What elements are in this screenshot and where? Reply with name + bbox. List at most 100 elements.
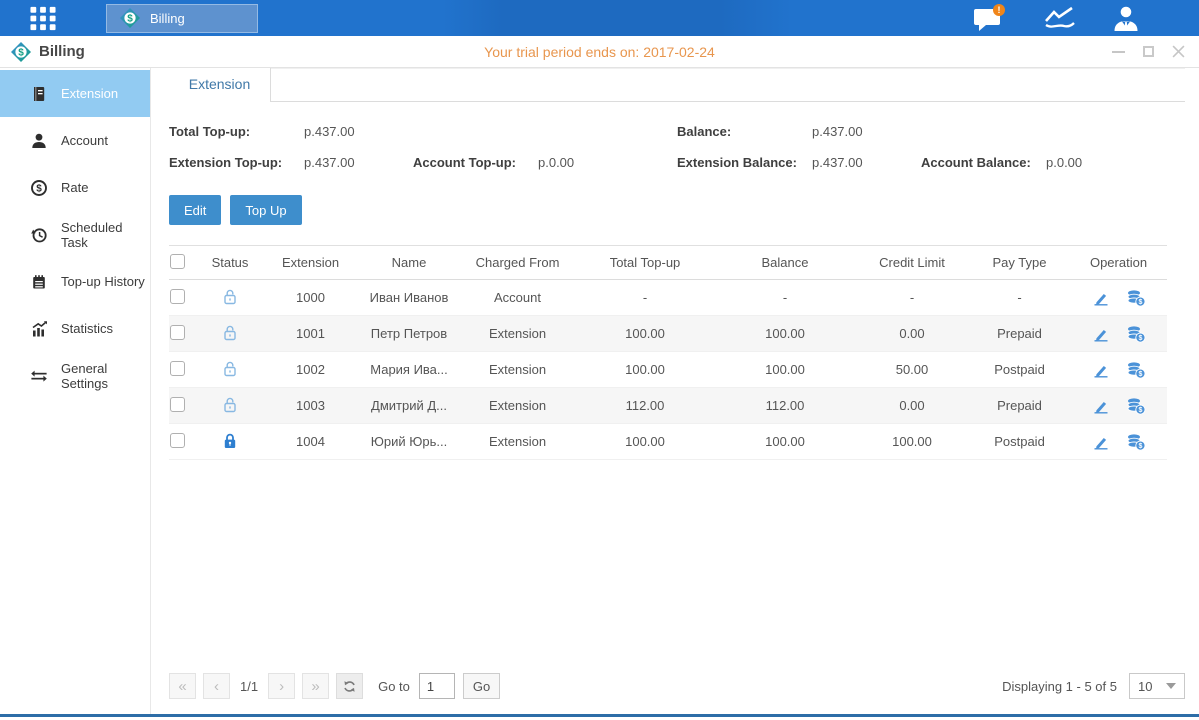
cell-name: Дмитрий Д... — [358, 388, 460, 424]
sidebar-item-label: Extension — [61, 86, 118, 101]
column-header-credit-limit: Credit Limit — [855, 246, 969, 280]
cell-extension: 1001 — [263, 316, 358, 352]
refresh-icon — [342, 679, 357, 694]
balance-label: Balance: — [677, 124, 812, 139]
svg-text:$: $ — [18, 47, 24, 58]
chat-bubble-icon: ! — [973, 4, 1009, 32]
cell-credit-limit: 0.00 — [855, 316, 969, 352]
goto-label: Go to — [378, 679, 410, 694]
grid-icon — [27, 5, 59, 32]
table-row: 1001 Петр Петров Extension 100.00 100.00… — [169, 316, 1167, 352]
tab-extension[interactable]: Extension — [169, 68, 271, 102]
extension-topup-label: Extension Top-up: — [169, 155, 304, 170]
next-page-button[interactable]: › — [268, 673, 295, 699]
sidebar-item-topup-history[interactable]: Top-up History — [0, 258, 150, 305]
clock-history-icon — [30, 226, 48, 244]
row-checkbox[interactable] — [170, 325, 185, 340]
table-header-row: Status Extension Name Charged From Total… — [169, 246, 1167, 280]
cell-balance: 100.00 — [715, 316, 855, 352]
close-icon — [1172, 45, 1185, 58]
column-header-status: Status — [197, 246, 263, 280]
top-up-row-icon[interactable]: $ — [1126, 289, 1146, 307]
cell-balance: 100.00 — [715, 424, 855, 460]
cell-total-topup: 100.00 — [575, 352, 715, 388]
sidebar-item-scheduled-task[interactable]: Scheduled Task — [0, 211, 150, 258]
svg-text:$: $ — [1138, 407, 1142, 414]
cell-extension: 1000 — [263, 280, 358, 316]
cell-credit-limit: 0.00 — [855, 388, 969, 424]
refresh-button[interactable] — [336, 673, 363, 699]
cell-balance: - — [715, 280, 855, 316]
app-grid-button[interactable] — [26, 4, 60, 32]
cell-charged-from: Account — [460, 280, 575, 316]
sidebar-item-rate[interactable]: $ Rate — [0, 164, 150, 211]
goto-page-input[interactable] — [419, 673, 455, 699]
sidebar-item-statistics[interactable]: Statistics — [0, 305, 150, 352]
last-page-button[interactable]: » — [302, 673, 329, 699]
edit-row-icon[interactable] — [1092, 289, 1110, 307]
sidebar: Extension Account $ Rate — [0, 68, 151, 714]
page-size-dropdown[interactable]: 10 — [1129, 673, 1185, 699]
user-menu-button[interactable] — [1111, 4, 1141, 32]
row-checkbox[interactable] — [170, 289, 185, 304]
maximize-button[interactable] — [1141, 45, 1155, 59]
extension-balance-value: p.437.00 — [812, 155, 921, 170]
close-button[interactable] — [1171, 45, 1185, 59]
go-button[interactable]: Go — [463, 673, 500, 699]
cell-extension: 1004 — [263, 424, 358, 460]
cell-name: Мария Ива... — [358, 352, 460, 388]
row-checkbox[interactable] — [170, 397, 185, 412]
page-indicator: 1/1 — [240, 679, 258, 694]
reports-button[interactable] — [1043, 5, 1077, 31]
cell-credit-limit: - — [855, 280, 969, 316]
sidebar-item-extension[interactable]: Extension — [0, 70, 150, 117]
svg-text:$: $ — [1138, 443, 1142, 450]
cell-total-topup: 112.00 — [575, 388, 715, 424]
edit-row-icon[interactable] — [1092, 361, 1110, 379]
taskbar-app-label: Billing — [150, 11, 185, 26]
sidebar-item-account[interactable]: Account — [0, 117, 150, 164]
prev-page-button[interactable]: ‹ — [203, 673, 230, 699]
top-up-row-icon[interactable]: $ — [1126, 325, 1146, 343]
edit-row-icon[interactable] — [1092, 433, 1110, 451]
cell-pay-type: Postpaid — [969, 352, 1070, 388]
window-title: Billing — [39, 43, 85, 60]
tab-bar: Extension — [169, 68, 1185, 102]
select-all-checkbox[interactable] — [170, 254, 185, 269]
top-up-row-icon[interactable]: $ — [1126, 397, 1146, 415]
extension-balance-label: Extension Balance: — [677, 155, 812, 170]
account-balance-label: Account Balance: — [921, 155, 1046, 170]
cell-pay-type: Prepaid — [969, 388, 1070, 424]
chevron-down-icon — [1166, 683, 1176, 689]
cell-charged-from: Extension — [460, 424, 575, 460]
edit-row-icon[interactable] — [1092, 397, 1110, 415]
displaying-range-text: Displaying 1 - 5 of 5 — [1002, 679, 1117, 694]
top-up-row-icon[interactable]: $ — [1126, 361, 1146, 379]
top-up-button[interactable]: Top Up — [230, 195, 301, 225]
column-header-pay-type: Pay Type — [969, 246, 1070, 280]
column-header-name: Name — [358, 246, 460, 280]
row-checkbox[interactable] — [170, 361, 185, 376]
svg-text:$: $ — [1138, 335, 1142, 342]
top-up-row-icon[interactable]: $ — [1126, 433, 1146, 451]
tab-bar-filler — [271, 68, 1185, 101]
table-row: 1003 Дмитрий Д... Extension 112.00 112.0… — [169, 388, 1167, 424]
cell-pay-type: Prepaid — [969, 316, 1070, 352]
edit-button[interactable]: Edit — [169, 195, 221, 225]
edit-row-icon[interactable] — [1092, 325, 1110, 343]
pagination-bar: « ‹ 1/1 › » Go to Go Displaying 1 - 5 of… — [169, 662, 1185, 714]
unlocked-icon — [222, 288, 238, 305]
row-checkbox[interactable] — [170, 433, 185, 448]
svg-text:!: ! — [998, 5, 1001, 15]
locked-icon — [222, 432, 238, 449]
trial-period-message: Your trial period ends on: 2017-02-24 — [0, 44, 1199, 60]
notifications-button[interactable]: ! — [973, 4, 1009, 32]
table-row: 1000 Иван Иванов Account - - - - $ — [169, 280, 1167, 316]
column-header-extension: Extension — [263, 246, 358, 280]
sidebar-item-general-settings[interactable]: General Settings — [0, 352, 150, 399]
minimize-button[interactable] — [1111, 45, 1125, 59]
taskbar-app-billing[interactable]: $ Billing — [106, 4, 258, 33]
account-topup-label: Account Top-up: — [413, 155, 538, 170]
sidebar-item-label: Scheduled Task — [61, 220, 150, 250]
first-page-button[interactable]: « — [169, 673, 196, 699]
